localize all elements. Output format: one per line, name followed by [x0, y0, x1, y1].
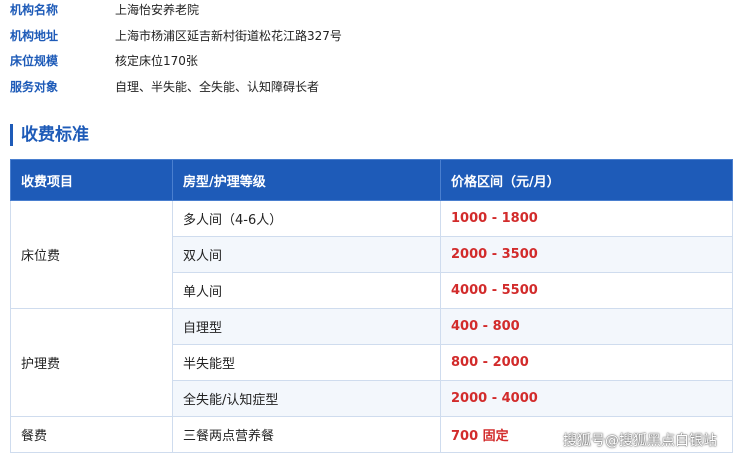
type-cell: 三餐两点营养餐	[172, 416, 441, 453]
watermark: 搜狐号@搜狐黑点白银站	[563, 433, 717, 449]
fee-table: 收费项目 房型/护理等级 价格区间（元/月） 床位费 多人间（4-6人） 100…	[10, 159, 733, 453]
price-cell: 2000 - 4000	[440, 380, 733, 417]
table-row: 床位费 多人间（4-6人） 1000 - 1800	[10, 200, 733, 309]
info-label: 床位规模	[10, 54, 59, 68]
type-cell: 全失能/认知症型	[172, 380, 441, 417]
type-cell: 双人间	[172, 236, 441, 273]
table-header-row: 收费项目 房型/护理等级 价格区间（元/月）	[10, 159, 733, 201]
type-cell: 多人间（4-6人）	[172, 200, 441, 237]
column-header: 收费项目	[10, 159, 173, 201]
type-cell: 自理型	[172, 308, 441, 345]
category-cell: 餐费	[10, 416, 173, 453]
price-cell: 400 - 800	[440, 308, 733, 345]
table-row: 护理费 自理型 400 - 800	[10, 308, 733, 417]
price-cell: 4000 - 5500	[440, 272, 733, 309]
column-header: 价格区间（元/月）	[440, 159, 733, 201]
info-label: 机构名称	[10, 3, 59, 17]
info-label: 服务对象	[10, 80, 59, 94]
category-cell: 床位费	[10, 200, 173, 309]
info-value: 核定床位170张	[115, 54, 198, 68]
category-cell: 护理费	[10, 308, 173, 417]
type-cell: 半失能型	[172, 344, 441, 381]
info-value: 自理、半失能、全失能、认知障碍长者	[115, 80, 320, 94]
price-cell: 800 - 2000	[440, 344, 733, 381]
price-cell: 2000 - 3500	[440, 236, 733, 273]
price-cell: 1000 - 1800	[440, 200, 733, 237]
info-label: 机构地址	[10, 29, 59, 43]
column-header: 房型/护理等级	[172, 159, 441, 201]
type-cell: 单人间	[172, 272, 441, 309]
info-value: 上海怡安养老院	[115, 3, 200, 17]
info-value: 上海市杨浦区延吉新村街道松花江路327号	[115, 29, 342, 43]
section-title: 收费标准	[10, 124, 89, 146]
